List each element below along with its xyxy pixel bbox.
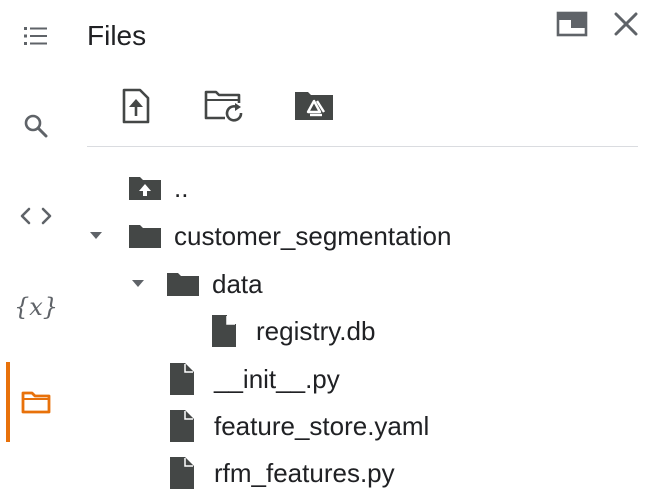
tree-item-customer-segmentation[interactable]: customer_segmentation: [128, 216, 451, 256]
tree-item-init-py[interactable]: __init__.py: [168, 359, 340, 399]
expand-data[interactable]: [126, 273, 150, 297]
parent-directory[interactable]: ..: [128, 168, 188, 208]
upload-button[interactable]: [112, 84, 160, 132]
mount-drive-icon: [293, 90, 335, 127]
upload-file-icon: [121, 88, 151, 129]
variables-button[interactable]: {x}: [6, 285, 66, 329]
tree-item-data[interactable]: data: [166, 264, 263, 304]
table-of-contents-button[interactable]: [6, 14, 66, 58]
code-snippets-button[interactable]: [6, 194, 66, 238]
search-icon: [22, 112, 50, 140]
close-button[interactable]: [606, 6, 646, 46]
folder-icon: [128, 219, 164, 253]
file-icon: [168, 456, 204, 490]
tree-item-label: data: [212, 268, 263, 299]
tree-item-label: customer_segmentation: [174, 220, 452, 251]
list-icon: [22, 24, 50, 48]
code-icon: [19, 205, 53, 227]
tree-item-registry-db[interactable]: registry.db: [210, 311, 375, 351]
variables-icon: {x}: [13, 293, 59, 321]
toolbar-divider: [87, 146, 638, 147]
tree-item-label: __init__.py: [214, 363, 340, 394]
file-icon: [168, 409, 204, 443]
caret-down-icon: [130, 276, 146, 294]
refresh-folder-icon: [203, 89, 245, 128]
file-icon: [168, 362, 204, 396]
refresh-button[interactable]: [200, 84, 248, 132]
search-button[interactable]: [6, 104, 66, 148]
tree-item-label: registry.db: [256, 315, 376, 346]
folder-icon: [166, 267, 202, 301]
tree-item-feature-store-yaml[interactable]: feature_store.yaml: [168, 406, 429, 446]
expand-customer-segmentation[interactable]: [84, 225, 108, 249]
panel-title: Files: [87, 20, 147, 51]
tree-item-label: feature_store.yaml: [214, 410, 430, 441]
parent-directory-label: ..: [174, 172, 189, 203]
files-button[interactable]: [6, 380, 66, 424]
open-in-tab-button[interactable]: [552, 6, 592, 46]
close-icon: [612, 10, 640, 43]
parent-folder-icon: [128, 171, 164, 205]
mount-drive-button[interactable]: [290, 84, 338, 132]
tree-item-label: rfm_features.py: [214, 457, 395, 488]
folder-icon: [20, 389, 52, 415]
file-icon: [210, 314, 246, 348]
tree-item-rfm-features-py[interactable]: rfm_features.py: [168, 453, 395, 493]
new-window-icon: [556, 10, 588, 43]
caret-down-icon: [88, 228, 104, 246]
